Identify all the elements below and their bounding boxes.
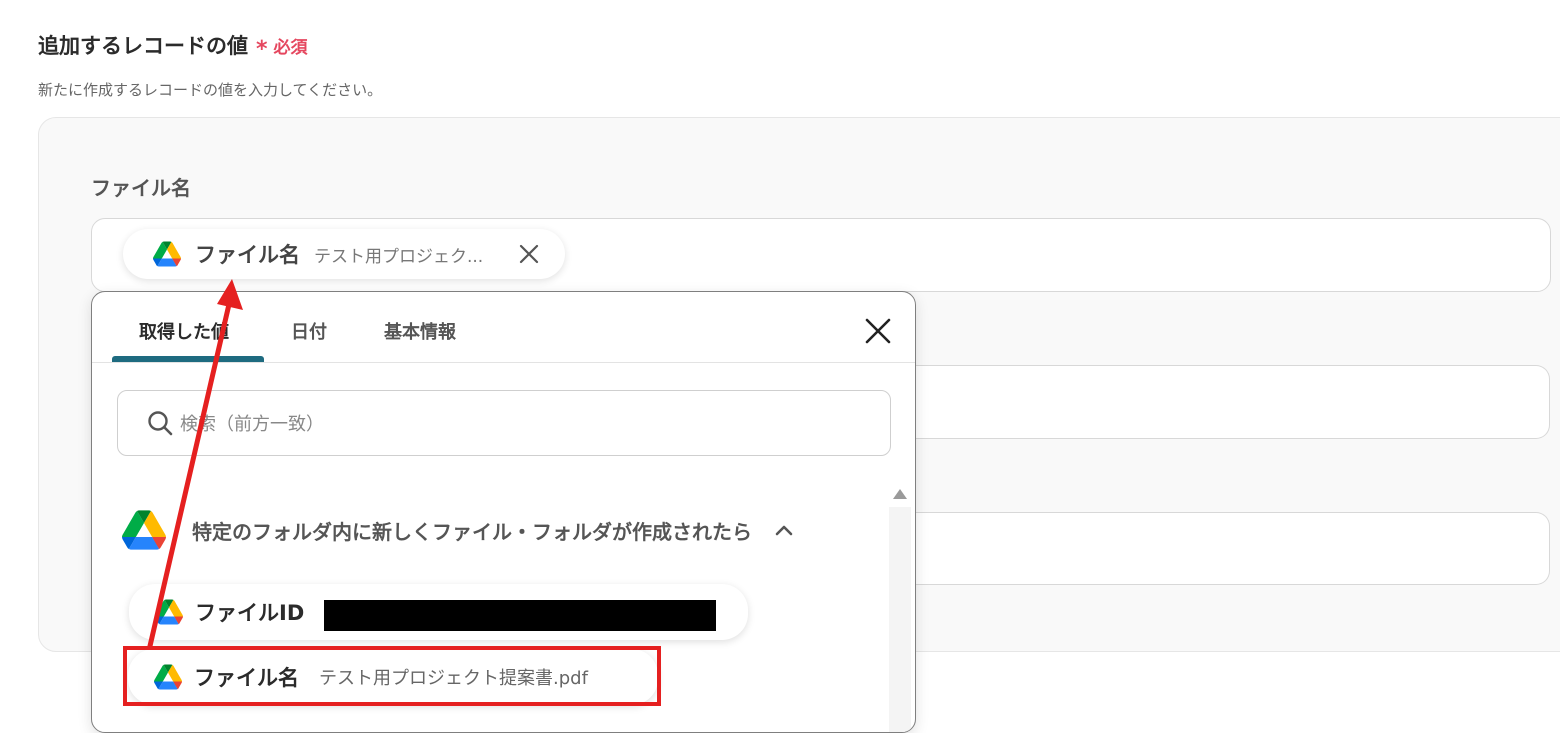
section-title-text: 追加するレコードの値 xyxy=(38,34,248,58)
close-icon[interactable] xyxy=(518,243,540,265)
google-drive-icon xyxy=(155,599,183,625)
scroll-up-icon[interactable] xyxy=(892,488,908,500)
search-placeholder: 検索（前方一致） xyxy=(180,414,324,435)
trigger-group-header[interactable]: 特定のフォルダ内に新しくファイル・フォルダが作成されたら xyxy=(122,510,794,550)
item-label: ファイルID xyxy=(195,601,305,625)
close-icon[interactable] xyxy=(865,318,891,344)
search-input[interactable]: 検索（前方一致） xyxy=(117,390,891,456)
required-label: 必須 xyxy=(273,38,308,58)
tab-divider xyxy=(92,362,915,363)
chip-value: テスト用プロジェク... xyxy=(314,246,484,267)
file-name-value-chip[interactable]: ファイル名 テスト用プロジェク... xyxy=(123,229,565,279)
chevron-up-icon[interactable] xyxy=(774,520,794,540)
file-name-field-label: ファイル名 xyxy=(91,176,191,200)
tab-basic-info[interactable]: 基本情報 xyxy=(384,318,456,344)
third-field-input[interactable] xyxy=(914,512,1550,585)
annotation-highlight-box xyxy=(123,646,661,706)
tab-acquired-values[interactable]: 取得した値 xyxy=(139,318,229,344)
section-title: 追加するレコードの値 * 必須 xyxy=(38,30,308,62)
section-description: 新たに作成するレコードの値を入力してください。 xyxy=(38,81,383,99)
search-icon xyxy=(148,411,173,436)
second-field-input[interactable] xyxy=(914,365,1550,439)
tab-date[interactable]: 日付 xyxy=(291,318,327,344)
required-asterisk: * xyxy=(256,37,268,62)
redacted-value xyxy=(324,600,716,631)
trigger-group-title: 特定のフォルダ内に新しくファイル・フォルダが作成されたら xyxy=(192,519,752,544)
google-drive-icon xyxy=(122,510,166,550)
scrollbar-track[interactable] xyxy=(889,507,911,732)
google-drive-icon xyxy=(153,241,181,267)
chip-label: ファイル名 xyxy=(195,243,300,267)
